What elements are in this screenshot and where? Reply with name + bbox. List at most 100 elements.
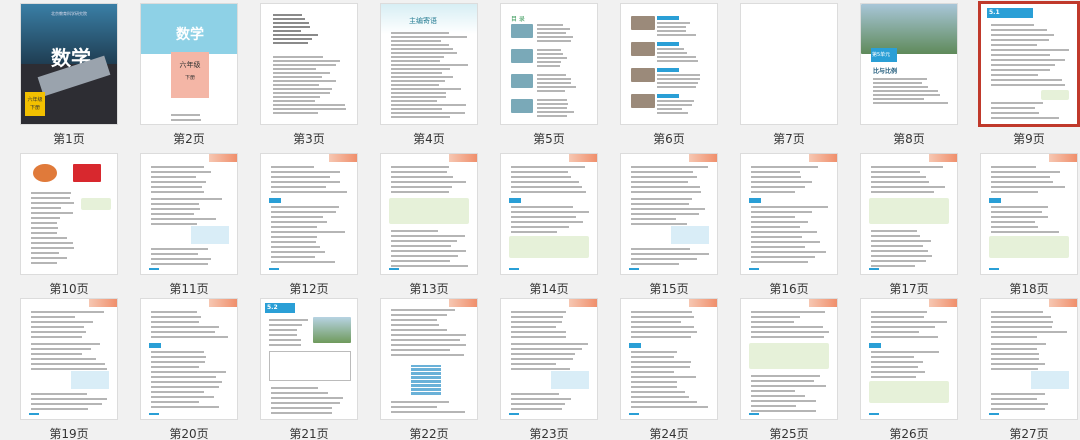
example-box [509,236,589,258]
page-preview-image[interactable] [500,153,598,275]
text-line [631,176,697,178]
page-thumbnail[interactable]: 第6页 [620,3,730,148]
text-line [391,314,448,316]
page-preview-image[interactable] [620,298,718,420]
text-line [657,82,699,84]
page-preview-image[interactable] [20,153,118,275]
page-preview-image[interactable] [500,298,598,420]
page-preview-image[interactable]: 5.1 [978,1,1080,127]
page-preview-image[interactable] [380,298,478,420]
page-thumbnail[interactable]: 数学 六年级 下册 第2页 [140,3,250,148]
text-line [991,321,1053,323]
page-thumbnail[interactable]: 5.2 第21页 [260,298,370,440]
page-preview-image[interactable] [140,298,238,420]
text-line [391,240,458,242]
text-line [511,316,563,318]
page-thumbnail[interactable]: 第17页 [860,153,970,298]
text-line [271,231,345,233]
note-box [671,226,709,244]
page-thumbnail[interactable]: 主编寄语 第4页 [380,3,490,148]
text-line [273,34,319,36]
text-line [151,171,212,173]
page-thumbnail[interactable]: 第25页 [740,298,850,440]
text-line [991,206,1049,208]
text-line [537,78,572,80]
page-thumbnail[interactable]: 目 录第5页 [500,3,610,148]
page-number-label: 第10页 [49,282,89,296]
text-line [511,326,556,328]
page-thumbnail[interactable]: 第15页 [620,153,730,298]
page-preview-image[interactable] [260,3,358,125]
page-preview-image[interactable] [740,3,838,125]
text-line [537,90,565,92]
page-thumbnail[interactable]: 5.1 第9页 [978,1,1080,148]
page-thumbnail[interactable]: 第16页 [740,153,850,298]
text-line [273,18,305,20]
page-thumbnail[interactable]: 第13页 [380,153,490,298]
text-line [871,235,920,237]
toc-unit-tag [657,68,679,72]
page-preview-image[interactable]: 数学 六年级 下册 [140,3,238,125]
page-preview-image[interactable] [380,153,478,275]
text-line [31,321,93,323]
page-thumbnail[interactable]: 数学 六年级 下册 北京教育科学研究院 第1页 [20,3,130,148]
page-thumbnail[interactable]: 第7页 [740,3,850,148]
text-line [657,78,700,80]
text-line [31,197,70,199]
text-line [751,171,800,173]
page-preview-image[interactable]: 主编寄语 [380,3,478,125]
text-line [991,326,1053,328]
text-line [871,326,935,328]
page-preview-image[interactable] [260,153,358,275]
page-preview-image[interactable]: 第5单元 比与比例 [860,3,958,125]
page-preview-image[interactable] [860,153,958,275]
page-thumbnail[interactable]: 第3页 [260,3,370,148]
page-number-label: 第14页 [529,282,569,296]
text-line [271,251,325,253]
page-thumbnail[interactable]: 第10页 [20,153,130,298]
text-line [631,186,701,188]
page-thumbnail[interactable]: 第24页 [620,298,730,440]
page-thumbnail[interactable]: 第19页 [20,298,130,440]
page-corner-tab [449,299,477,307]
text-line [271,206,340,208]
page-preview-image[interactable]: 5.2 [260,298,358,420]
page-preview-image[interactable] [860,298,958,420]
page-corner-tab [569,154,597,162]
page-preview-image[interactable] [140,153,238,275]
page-preview-image[interactable] [620,3,718,125]
page-preview-image[interactable]: 数学 六年级 下册 北京教育科学研究院 [20,3,118,125]
page-preview-image[interactable] [740,153,838,275]
page-preview-image[interactable] [740,298,838,420]
page-thumbnail[interactable]: 第12页 [260,153,370,298]
page-thumbnail[interactable]: 第22页 [380,298,490,440]
text-line [273,30,302,32]
page-footer-mark [989,268,999,270]
page-thumbnail[interactable]: 第14页 [500,153,610,298]
page-preview-image[interactable]: 目 录 [500,3,598,125]
page-preview-image[interactable] [980,298,1078,420]
page-thumbnail[interactable]: 第18页 [980,153,1080,298]
text-line [657,56,697,58]
text-line [391,32,450,34]
page-thumbnail[interactable]: 第5单元 比与比例 第8页 [860,3,970,148]
page-preview-image[interactable] [620,153,718,275]
page-thumbnail[interactable]: 第11页 [140,153,250,298]
page-thumbnail[interactable]: 第27页 [980,298,1080,440]
text-line [391,245,452,247]
text-line [657,74,701,76]
text-line [657,60,699,62]
text-line [151,186,202,188]
page-preview-image[interactable] [980,153,1078,275]
section-number: 5.2 [267,304,278,311]
text-line [151,166,204,168]
text-line [873,86,929,88]
text-line [391,250,466,252]
section-tag [989,198,1001,203]
page-thumbnail[interactable]: 第26页 [860,298,970,440]
text-line [631,191,702,193]
page-thumbnail[interactable]: 第20页 [140,298,250,440]
page-preview-image[interactable] [20,298,118,420]
text-line [871,336,938,338]
page-thumbnail[interactable]: 第23页 [500,298,610,440]
